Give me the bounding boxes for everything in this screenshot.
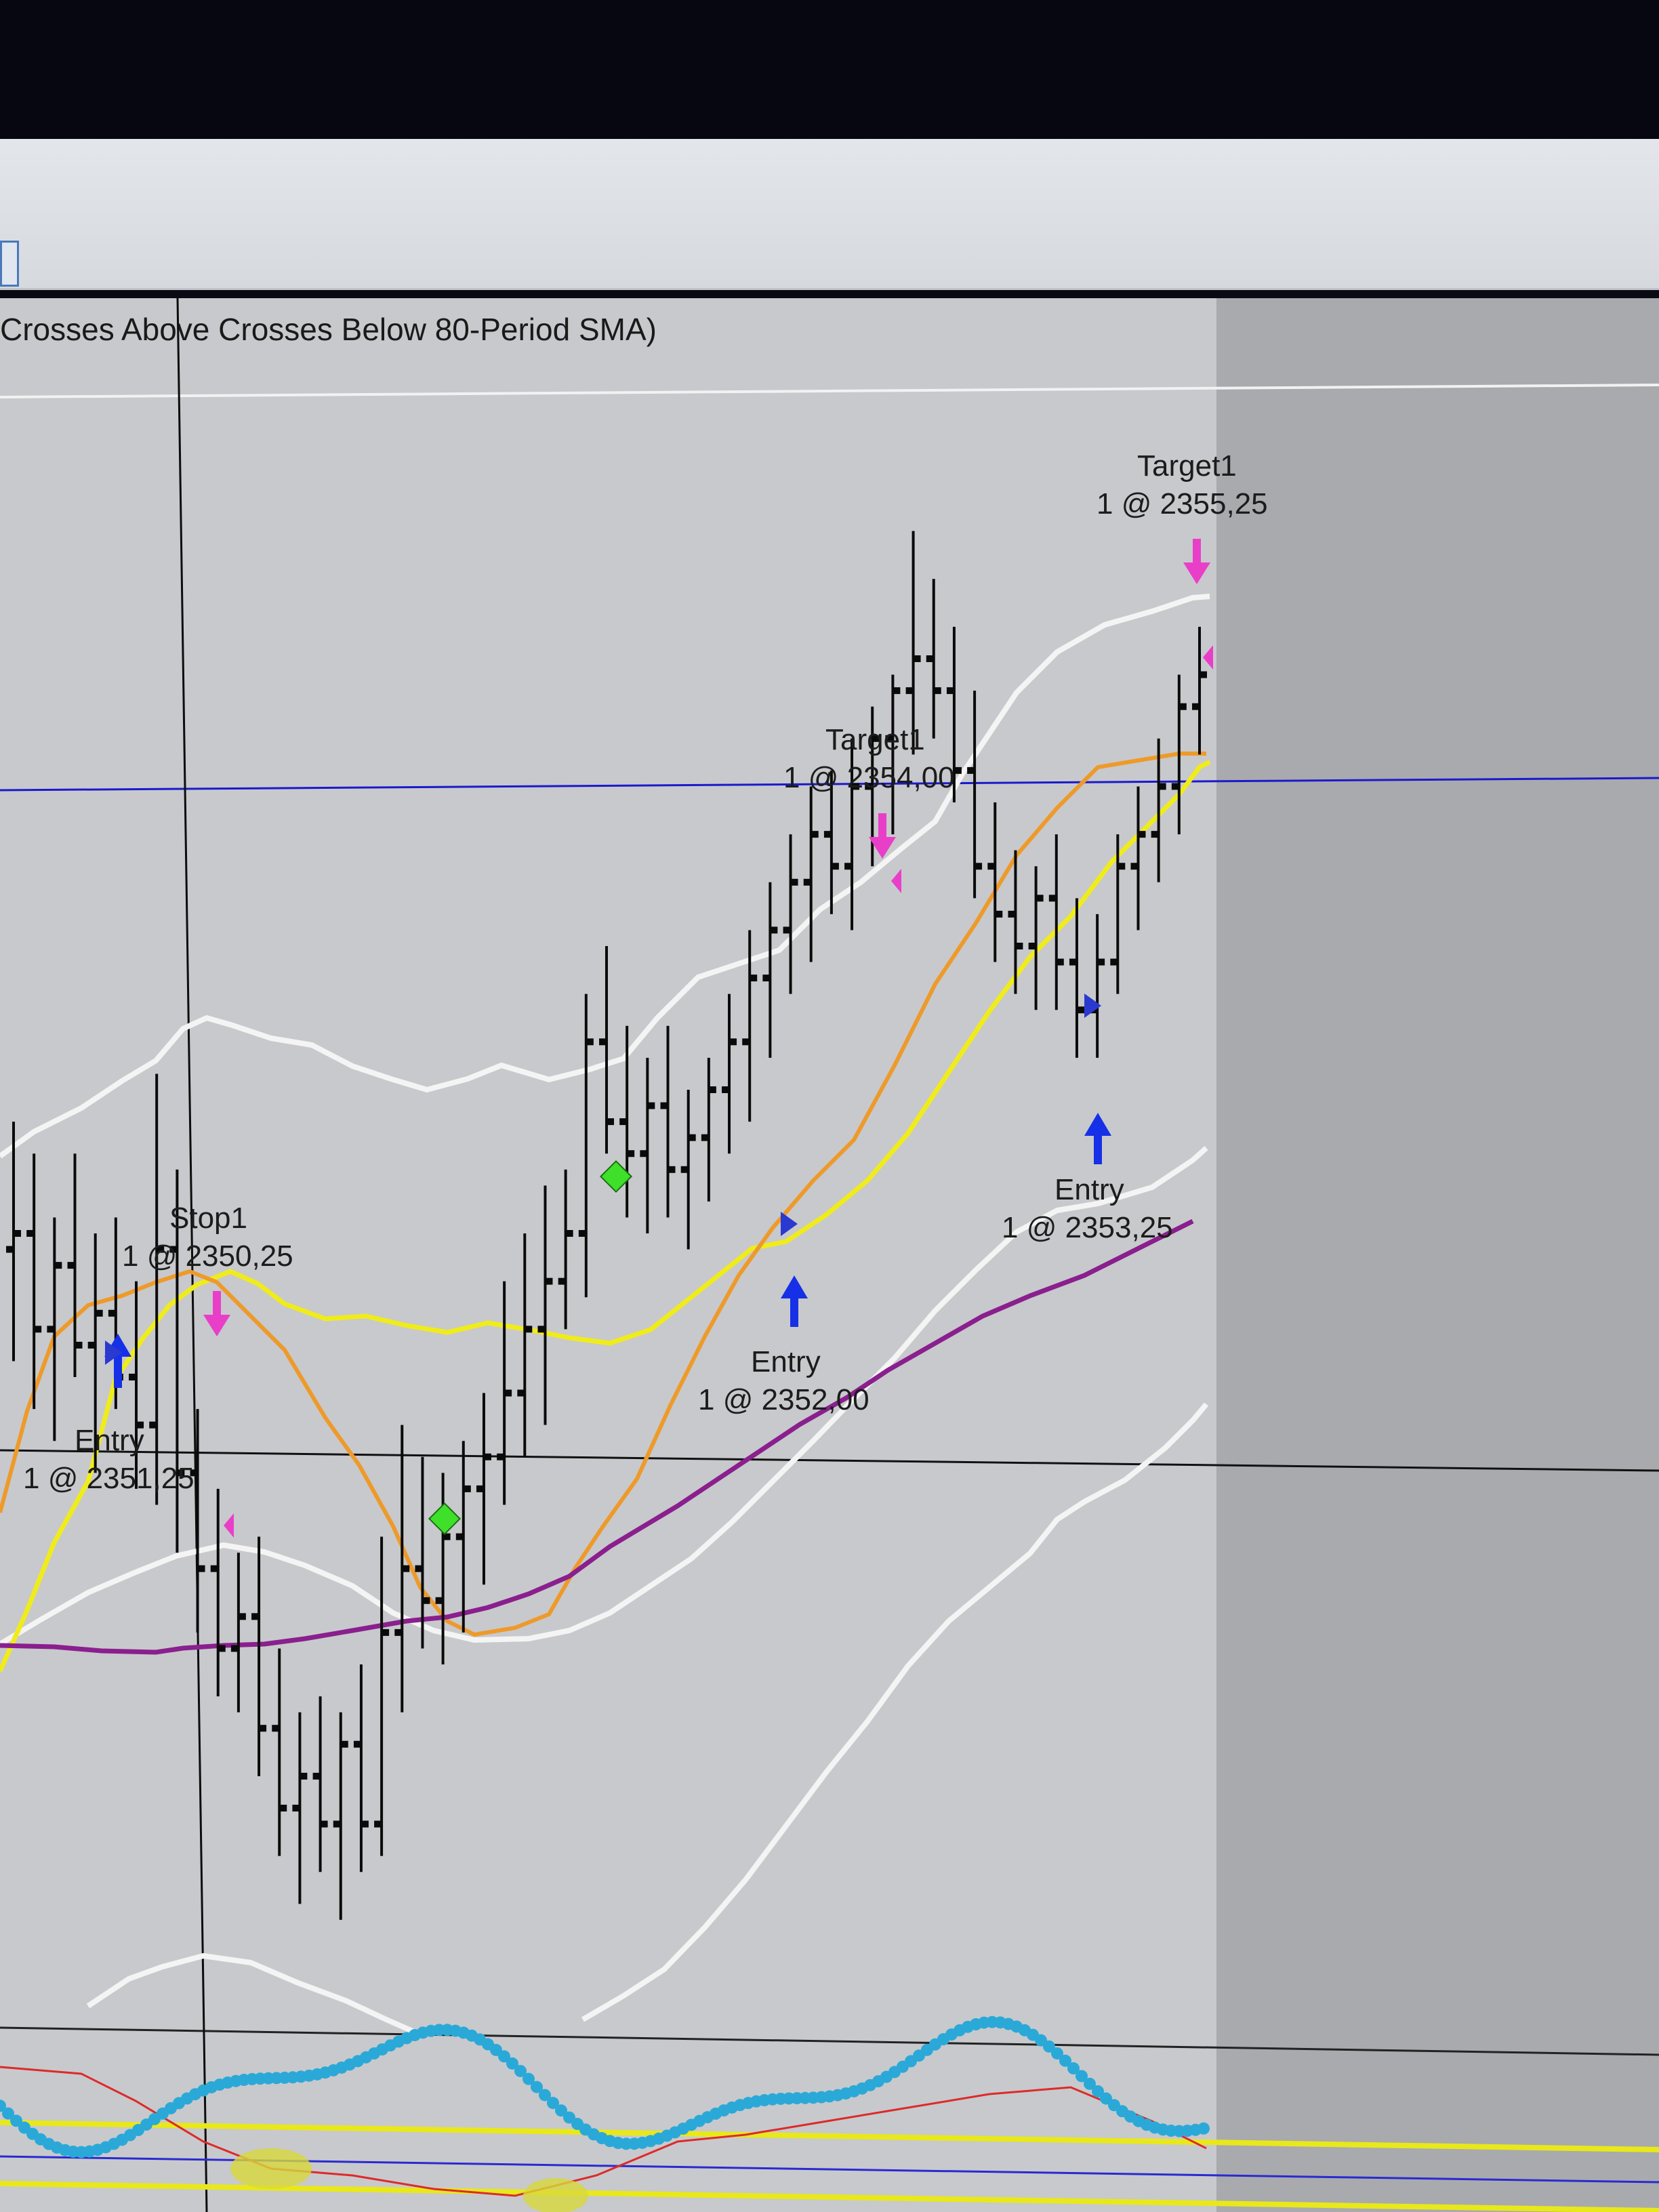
price-chart[interactable]: Crosses Above Crosses Below 80-Period SM… [0, 298, 1659, 2212]
chart-title: Crosses Above Crosses Below 80-Period SM… [0, 312, 657, 347]
annotation-fill: 1 @ 2350,25 [122, 1240, 293, 1273]
annotation-title: Entry [75, 1424, 144, 1457]
window-toolbar [0, 139, 1659, 290]
oscillator-cross-mark [523, 2178, 588, 2212]
chart-screen: Crosses Above Crosses Below 80-Period SM… [0, 0, 1659, 2212]
oscillator-cross-mark [230, 2148, 312, 2189]
annotation-title: Entry [751, 1345, 821, 1378]
annotation-fill: 1 @ 2353,25 [1002, 1211, 1173, 1244]
annotation-fill: 1 @ 2351,25 [23, 1462, 194, 1495]
oscillator-dot [1197, 2122, 1210, 2135]
annotation-fill: 1 @ 2355,25 [1097, 487, 1268, 520]
toolbar-button[interactable] [0, 241, 19, 287]
future-area-bg [1216, 298, 1659, 2212]
annotation-title: Entry [1054, 1173, 1124, 1206]
annotation-title: Target1 [1137, 449, 1237, 483]
annotation-title: Target1 [825, 723, 925, 756]
monitor-bezel [0, 0, 1659, 149]
annotation-title: Stop1 [169, 1202, 247, 1235]
annotation-fill: 1 @ 2352,00 [698, 1383, 869, 1416]
annotation-fill: 1 @ 2354,00 [783, 761, 955, 794]
